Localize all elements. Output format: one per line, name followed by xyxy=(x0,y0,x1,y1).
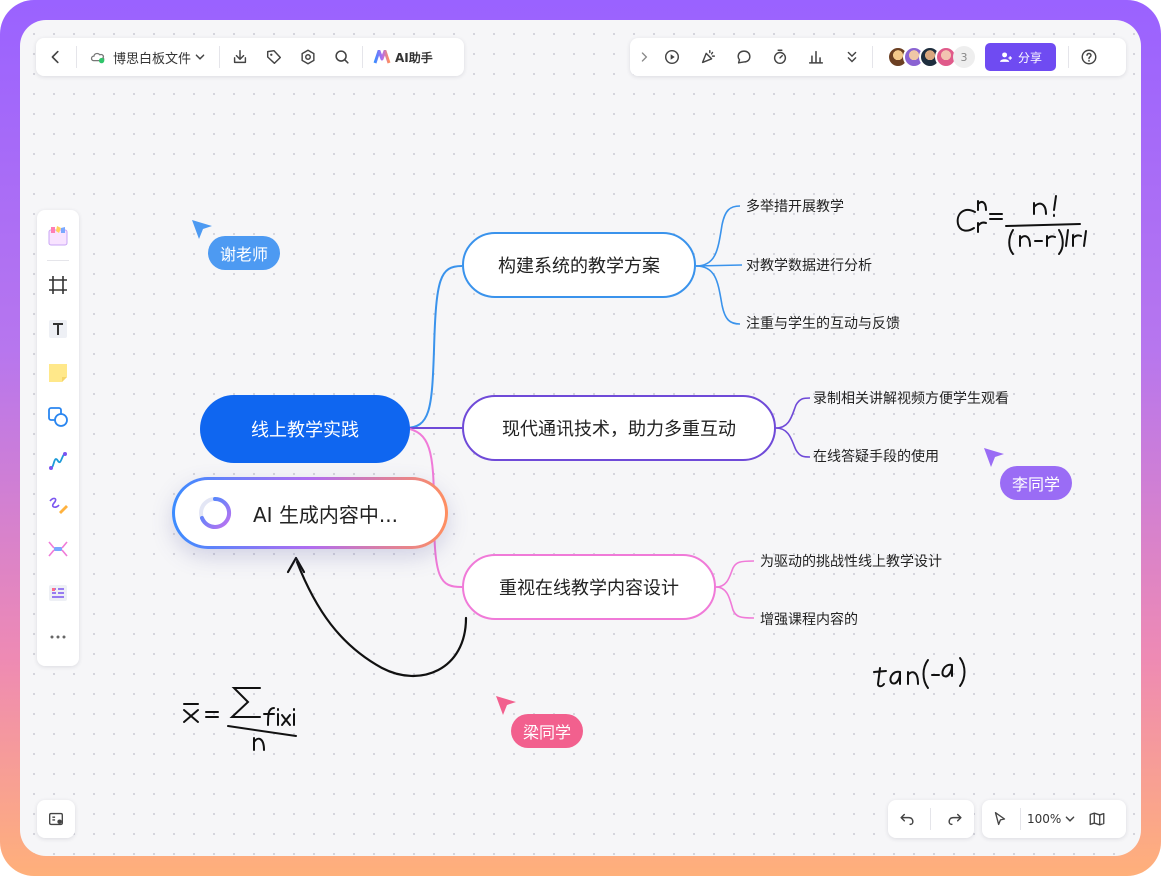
table-icon[interactable] xyxy=(41,576,75,610)
double-chevron-down-icon[interactable] xyxy=(838,43,866,71)
zoom-dropdown[interactable]: 100% xyxy=(1027,805,1079,833)
download-icon[interactable] xyxy=(226,43,254,71)
cursor-arrow-icon xyxy=(982,446,1006,474)
mindmap-leaf[interactable]: 注重与学生的互动与反馈 xyxy=(746,313,900,333)
file-title: 博思白板文件 xyxy=(113,51,192,67)
divider xyxy=(1068,46,1070,68)
gear-icon[interactable] xyxy=(294,43,322,71)
collab-toolbar: 3 分享 xyxy=(630,38,1126,76)
mindmap-branch-node[interactable]: 重视在线教学内容设计 xyxy=(462,554,716,620)
mindmap-branch-node[interactable]: 构建系统的教学方案 xyxy=(462,232,696,298)
cursor-arrow-icon xyxy=(494,694,518,722)
mindmap-leaf[interactable]: 为驱动的挑战性线上教学设计 xyxy=(760,551,942,571)
pen-icon[interactable] xyxy=(41,488,75,522)
branch-label: 现代通讯技术，助力多重互动 xyxy=(502,419,736,440)
divider xyxy=(930,808,932,830)
undo-icon[interactable] xyxy=(893,805,921,833)
more-icon[interactable] xyxy=(41,620,75,654)
mindmap-leaf[interactable]: 对教学数据进行分析 xyxy=(746,255,872,275)
mindmap-branch-node[interactable]: 现代通讯技术，助力多重互动 xyxy=(462,395,776,461)
back-icon[interactable] xyxy=(42,43,70,71)
divider xyxy=(76,46,77,68)
tool-sidebar xyxy=(37,210,79,666)
share-label: 分享 xyxy=(1018,50,1043,65)
sticky-note-icon[interactable] xyxy=(41,356,75,390)
ai-assistant-button[interactable]: AI助手 xyxy=(369,49,437,66)
comment-icon[interactable] xyxy=(730,43,758,71)
mindmap-leaf[interactable]: 多举措开展教学 xyxy=(746,196,844,216)
chevron-down-icon xyxy=(191,43,209,71)
minimap-icon xyxy=(42,805,70,833)
cursor-name: 梁同学 xyxy=(523,723,572,742)
ai-generating-label: AI 生成内容中... xyxy=(253,502,399,527)
select-cursor-icon[interactable] xyxy=(986,805,1014,833)
share-button[interactable]: 分享 xyxy=(985,43,1057,71)
divider xyxy=(47,260,69,261)
collaborator-avatars[interactable]: 3 xyxy=(887,46,975,68)
divider xyxy=(362,46,364,68)
template-library-icon[interactable] xyxy=(41,219,75,253)
cursor-name: 李同学 xyxy=(1012,475,1061,494)
cursor-label: 谢老师 xyxy=(208,236,281,270)
connector-icon[interactable] xyxy=(41,444,75,478)
file-toolbar: 博思白板文件 AI助手 xyxy=(36,38,464,76)
help-icon[interactable] xyxy=(1075,43,1103,71)
collaborator-count: 3 xyxy=(953,46,975,68)
timer-icon[interactable] xyxy=(766,43,794,71)
branch-label: 构建系统的教学方案 xyxy=(498,256,660,277)
mindmap-leaf[interactable]: 在线答疑手段的使用 xyxy=(813,446,939,466)
vote-chart-icon[interactable] xyxy=(802,43,830,71)
ai-generating-node[interactable]: AI 生成内容中... xyxy=(172,477,448,549)
ai-logo-icon xyxy=(373,50,391,64)
ai-assistant-label: AI助手 xyxy=(395,50,433,65)
view-toolbar: 100% xyxy=(982,800,1126,838)
ai-generating-inner: AI 生成内容中... xyxy=(175,480,445,546)
root-label: 线上教学实践 xyxy=(251,420,359,441)
frame-icon[interactable] xyxy=(41,268,75,302)
minimap-button[interactable] xyxy=(37,800,75,838)
mindmap-leaf[interactable]: 增强课程内容的 xyxy=(760,609,858,629)
chevron-right-icon[interactable] xyxy=(636,43,652,71)
search-icon[interactable] xyxy=(328,43,356,71)
cloud-saved-icon xyxy=(87,43,109,71)
cursor-label: 李同学 xyxy=(1000,466,1073,500)
divider xyxy=(1020,808,1021,830)
text-icon[interactable] xyxy=(41,312,75,346)
cursor-name: 谢老师 xyxy=(220,245,269,264)
redo-icon[interactable] xyxy=(941,805,969,833)
history-toolbar xyxy=(888,800,974,838)
zoom-level: 100% xyxy=(1027,812,1062,826)
chevron-down-icon xyxy=(1061,805,1079,833)
loading-spinner-icon xyxy=(197,495,233,531)
tag-icon[interactable] xyxy=(260,43,288,71)
map-icon[interactable] xyxy=(1083,805,1111,833)
celebrate-icon[interactable] xyxy=(694,43,722,71)
file-menu[interactable]: 博思白板文件 xyxy=(83,43,213,71)
divider xyxy=(219,46,221,68)
divider xyxy=(872,46,873,68)
mindmap-tool-icon[interactable] xyxy=(41,532,75,566)
cursor-label: 梁同学 xyxy=(511,714,584,748)
play-icon[interactable] xyxy=(658,43,686,71)
shape-icon[interactable] xyxy=(41,400,75,434)
whiteboard-canvas[interactable]: 博思白板文件 AI助手 3 分享 线上教学实践 构建系统的教学方案 现代通讯技术… xyxy=(20,20,1141,856)
branch-label: 重视在线教学内容设计 xyxy=(499,578,679,599)
mindmap-leaf[interactable]: 录制相关讲解视频方便学生观看 xyxy=(813,388,1009,408)
add-user-icon xyxy=(999,50,1013,64)
cursor-arrow-icon xyxy=(190,218,214,246)
mindmap-root-node[interactable]: 线上教学实践 xyxy=(200,395,410,463)
